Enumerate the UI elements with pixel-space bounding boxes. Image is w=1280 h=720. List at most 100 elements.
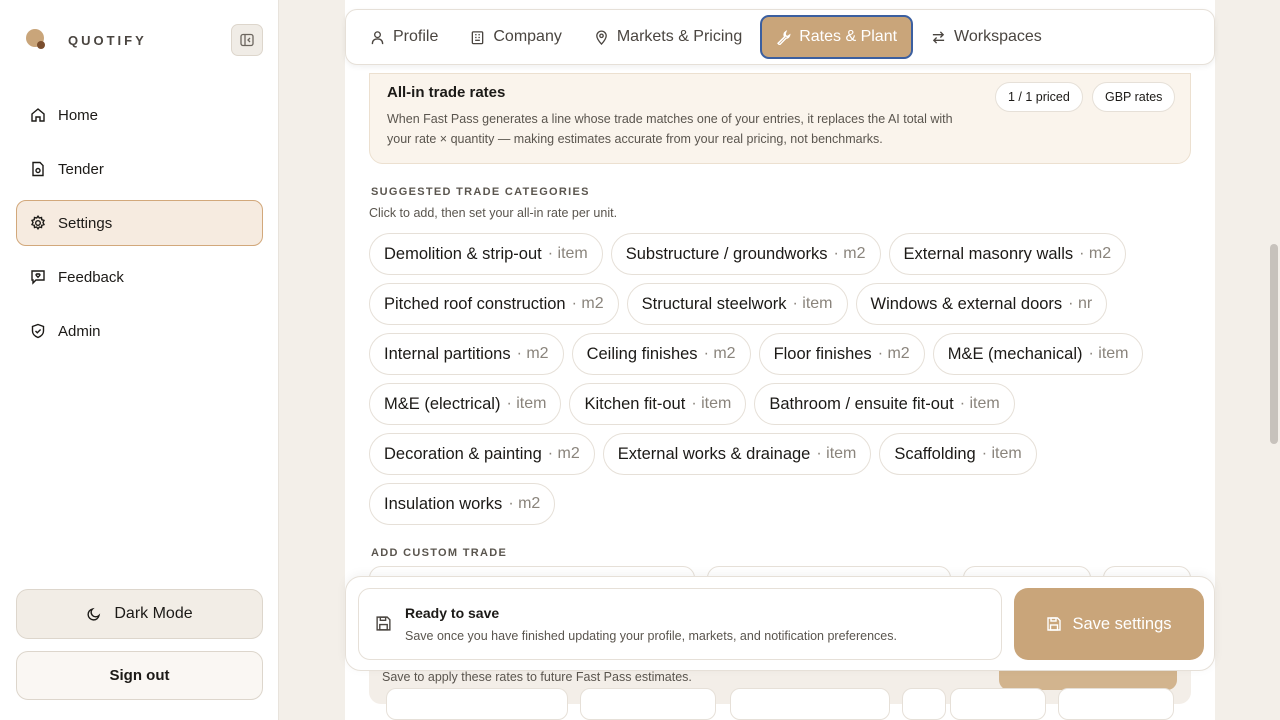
chip-label: Ceiling finishes: [586, 344, 698, 363]
brand-name: QUOTIFY: [68, 32, 147, 48]
sidebar-item-settings[interactable]: Settings: [16, 200, 263, 246]
document-icon: [29, 161, 46, 178]
trade-category-chip[interactable]: Demolition & strip-out · item: [369, 233, 603, 275]
trade-category-chip[interactable]: M&E (mechanical) · item: [932, 333, 1144, 375]
user-icon: [370, 30, 385, 45]
chip-unit: · nr: [1068, 295, 1093, 312]
moon-icon: [86, 606, 102, 622]
chip-label: Kitchen fit-out: [584, 394, 686, 413]
chip-unit: · item: [959, 395, 1000, 412]
chip-unit: · m2: [1079, 245, 1112, 262]
trade-row-name-field[interactable]: [386, 688, 568, 720]
trade-category-chip[interactable]: Structural steelwork · item: [626, 283, 848, 325]
chip-unit: · m2: [877, 345, 910, 362]
trade-category-chip[interactable]: Ceiling finishes · m2: [571, 333, 751, 375]
shield-icon: [29, 323, 46, 340]
gear-icon: [29, 215, 46, 232]
floppy-disk-icon: [1046, 616, 1062, 632]
chip-label: External masonry walls: [903, 244, 1074, 263]
sidebar-item-label: Home: [58, 106, 99, 124]
sidebar-item-label: Tender: [58, 160, 104, 178]
sidebar-item-label: Admin: [58, 322, 101, 340]
chip-unit: · item: [981, 445, 1022, 462]
chip-label: Floor finishes: [773, 344, 872, 363]
trade-category-chip[interactable]: Internal partitions · m2: [369, 333, 564, 375]
trade-category-chip[interactable]: Substructure / groundworks · m2: [610, 233, 881, 275]
rates-description: When Fast Pass generates a line whose tr…: [387, 112, 953, 146]
trade-category-chip[interactable]: Pitched roof construction · m2: [369, 283, 619, 325]
swap-arrows-icon: [931, 30, 946, 45]
quotify-logo: [24, 27, 50, 53]
trade-row-remove-button[interactable]: [1058, 688, 1174, 720]
dark-mode-label: Dark Mode: [114, 605, 193, 622]
tab-label: Rates & Plant: [799, 28, 898, 45]
tab-profile[interactable]: Profile: [356, 17, 452, 57]
scrollbar[interactable]: [1270, 244, 1278, 444]
settings-tabs: Profile Company Markets & Pricing Rates …: [345, 9, 1215, 65]
tab-rates-plant[interactable]: Rates & Plant: [760, 15, 914, 59]
sidebar-nav: Home Tender Settings Feedback Admin: [16, 92, 263, 362]
chip-label: Internal partitions: [384, 344, 511, 363]
chip-label: Substructure / groundworks: [625, 244, 828, 263]
sidebar-item-tender[interactable]: Tender: [16, 146, 263, 192]
chip-label: Scaffolding: [894, 444, 976, 463]
trade-category-chip[interactable]: External works & drainage · item: [602, 433, 872, 475]
chip-label: Structural steelwork: [641, 294, 787, 313]
chip-label: Windows & external doors: [870, 294, 1063, 313]
priced-count-badge: 1 / 1 priced: [995, 82, 1083, 112]
trade-category-chip[interactable]: Kitchen fit-out · item: [569, 383, 747, 425]
sign-out-button[interactable]: Sign out: [16, 651, 263, 700]
custom-trade-title: ADD CUSTOM TRADE: [371, 547, 508, 559]
tab-company[interactable]: Company: [456, 17, 575, 57]
chip-label: Demolition & strip-out: [384, 244, 542, 263]
location-pin-icon: [594, 30, 609, 45]
tab-markets-pricing[interactable]: Markets & Pricing: [580, 17, 756, 57]
save-settings-button[interactable]: Save settings: [1014, 588, 1204, 660]
chip-unit: · m2: [516, 345, 549, 362]
save-settings-label: Save settings: [1072, 614, 1172, 633]
chip-unit: · m2: [703, 345, 736, 362]
tab-label: Workspaces: [954, 28, 1042, 45]
all-in-rates-card: All-in trade rates When Fast Pass genera…: [369, 73, 1191, 164]
trade-category-chip[interactable]: Bathroom / ensuite fit-out · item: [754, 383, 1015, 425]
chip-unit: · m2: [571, 295, 604, 312]
sidebar-item-label: Settings: [58, 214, 113, 232]
rates-title: All-in trade rates: [387, 84, 506, 101]
tab-workspaces[interactable]: Workspaces: [917, 17, 1056, 57]
trade-row-category-field[interactable]: [580, 688, 716, 720]
sidebar: QUOTIFY Home Tender Settings Feedback Ad…: [0, 0, 279, 720]
trade-category-chip[interactable]: Insulation works · m2: [369, 483, 556, 525]
wrench-icon: [776, 29, 791, 45]
currency-badge: GBP rates: [1092, 82, 1176, 112]
home-icon: [29, 107, 46, 124]
trade-category-chip[interactable]: External masonry walls · m2: [888, 233, 1127, 275]
sidebar-collapse-button[interactable]: [231, 24, 263, 56]
sidebar-item-feedback[interactable]: Feedback: [16, 254, 263, 300]
chip-label: Bathroom / ensuite fit-out: [769, 394, 954, 413]
tab-label: Company: [493, 28, 562, 45]
save-status-card: Ready to save Save once you have finishe…: [358, 588, 1002, 660]
save-status-title: Ready to save: [405, 605, 500, 621]
sidebar-item-admin[interactable]: Admin: [16, 308, 263, 354]
chip-unit: · item: [547, 245, 588, 262]
trade-row-rate-field[interactable]: [950, 688, 1046, 720]
trade-category-chip[interactable]: Scaffolding · item: [879, 433, 1037, 475]
chip-unit: · item: [691, 395, 732, 412]
trade-category-chip[interactable]: Windows & external doors · nr: [855, 283, 1108, 325]
chip-label: Pitched roof construction: [384, 294, 566, 313]
chip-unit: · item: [506, 395, 547, 412]
suggested-section-title: SUGGESTED TRADE CATEGORIES: [371, 186, 590, 198]
sidebar-item-home[interactable]: Home: [16, 92, 263, 138]
trade-category-chip[interactable]: Decoration & painting · m2: [369, 433, 595, 475]
dark-mode-button[interactable]: Dark Mode: [16, 589, 263, 639]
chip-label: Decoration & painting: [384, 444, 542, 463]
trade-category-chips: Demolition & strip-out · item Substructure…: [369, 233, 1159, 533]
message-icon: [29, 269, 46, 286]
trade-row-unit-field[interactable]: [730, 688, 890, 720]
trade-category-chip[interactable]: Floor finishes · m2: [758, 333, 925, 375]
save-bar: Ready to save Save once you have finishe…: [345, 576, 1215, 671]
sidebar-item-label: Feedback: [58, 268, 124, 286]
trade-category-chip[interactable]: M&E (electrical) · item: [369, 383, 562, 425]
apply-hint-text: Save to apply these rates to future Fast…: [382, 670, 692, 684]
tab-label: Markets & Pricing: [616, 28, 743, 45]
